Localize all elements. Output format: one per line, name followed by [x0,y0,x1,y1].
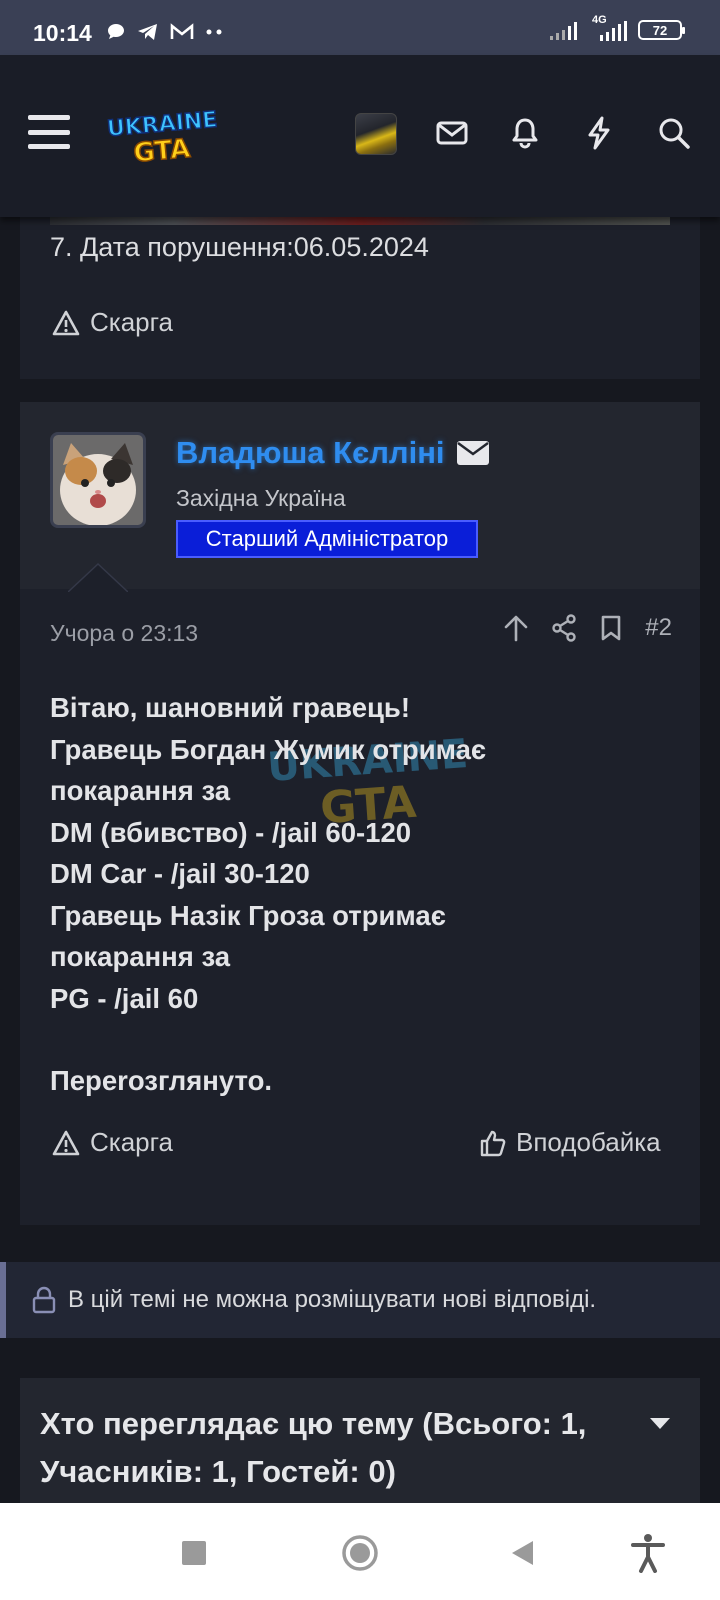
caret-down-icon[interactable] [650,1418,670,1429]
bell-icon[interactable] [505,113,545,153]
user-avatar[interactable] [355,113,397,155]
warning-icon [52,1130,80,1155]
author-avatar[interactable] [50,432,146,528]
post-body-line: покарання за [50,775,231,806]
viewers-title: Хто переглядає цю тему (Всього: 1, Учасн… [40,1406,587,1489]
svg-text:GTA: GTA [132,134,191,165]
like-label: Вподобайка [516,1127,661,1157]
chat-bubble-icon [108,24,124,39]
envelope-icon[interactable] [456,441,489,465]
post-body-line: Переrозглянуто. [50,1065,273,1096]
like-button[interactable]: Вподобайка [480,1127,661,1158]
status-time: 10:14 [33,20,92,46]
report-label: Скарга [90,307,174,337]
post-body: Вітаю, шановний гравець! Гравець Богдан … [50,687,670,1102]
back-triangle-icon [512,1541,533,1565]
status-system-icons: 4G 72 [550,14,685,42]
post-author-header: Владюша Кєлліні Західна Україна Старший … [20,402,700,589]
attached-image[interactable] [50,217,670,225]
home-button[interactable] [338,1531,382,1575]
signal-icon [550,22,577,40]
role-badge: Старший Адміністратор [176,520,478,558]
gmail-icon [170,23,194,39]
app-header: UKRAINE GTA [0,55,720,217]
post-actions: #2 [503,614,672,642]
site-logo[interactable]: UKRAINE GTA [105,105,225,165]
thread-locked-notice: В цій темі не можна розміщувати нові від… [0,1262,720,1338]
post-timestamp[interactable]: Учора о 23:13 [50,620,198,647]
post-body-line: PG - /jail 60 [50,982,199,1014]
status-notification-icons [106,22,226,42]
search-icon[interactable] [654,113,694,153]
post-body-line: Гравець Назік Гроза отримає [50,899,446,931]
author-name[interactable]: Владюша Кєлліні [176,435,489,471]
post-previous: 7. Дата порушення:06.05.2024 Скарга [20,217,700,379]
status-bar: 10:14 4G 72 [0,0,720,55]
battery-indicator: 72 [638,20,685,40]
back-button[interactable] [500,1531,544,1575]
accessibility-button[interactable] [626,1531,670,1575]
author-location: Західна Україна [176,485,346,511]
post-body-line: DM Car - /jail 30-120 [50,858,310,889]
post-text-line: 7. Дата порушення:06.05.2024 [50,232,429,262]
author-name-text: Владюша Кєлліні [176,435,445,470]
square-icon [182,1541,206,1565]
more-dots-icon [206,29,222,35]
thumbs-up-icon [480,1130,506,1156]
post-body-line: Гравець Богдан Жумик отримає [50,733,487,765]
bookmark-icon[interactable] [599,614,623,642]
accessibility-icon [631,1534,665,1573]
share-icon[interactable] [551,614,577,642]
recents-button[interactable] [172,1531,216,1575]
report-button[interactable]: Скарга [52,1127,173,1158]
warning-icon [52,310,80,335]
post-reply: Владюша Кєлліні Західна Україна Старший … [20,402,700,1225]
lightning-icon[interactable] [579,113,619,153]
post-body-line: Вітаю, шановний гравець! [50,692,410,723]
report-button[interactable]: Скарга [52,307,173,338]
lock-icon [32,1286,56,1314]
post-body-line: DM (вбивство) - /jail 60-120 [50,816,412,848]
locked-notice-text: В цій темі не можна розміщувати нові від… [68,1286,597,1313]
header-pointer [68,562,128,592]
mail-icon[interactable] [432,113,472,153]
post-body-line: покарання за [50,941,231,972]
arrow-up-icon[interactable] [503,614,529,642]
home-circle-icon [342,1535,378,1571]
report-label: Скарга [90,1127,174,1157]
signal-4g-icon: 4G [590,14,630,42]
menu-icon[interactable] [28,115,70,149]
post-number[interactable]: #2 [645,614,672,642]
post-body-line [50,1019,670,1060]
thread-viewers-block[interactable]: Хто переглядає цю тему (Всього: 1, Учасн… [20,1378,700,1508]
telegram-icon [138,24,157,40]
system-nav-bar [0,1503,720,1600]
